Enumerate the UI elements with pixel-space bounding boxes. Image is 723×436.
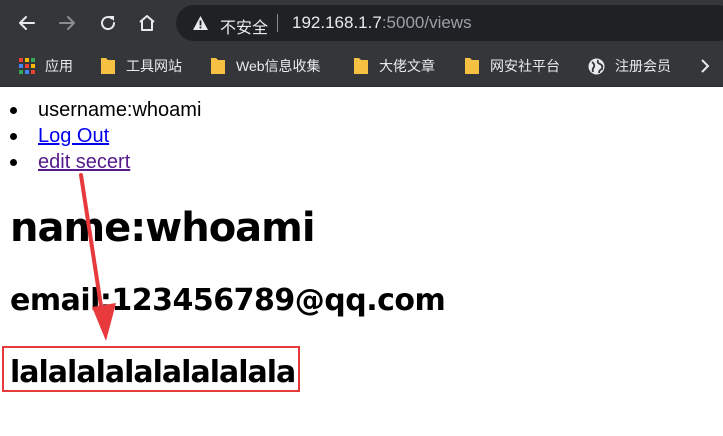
bookmark-folder-articles[interactable]: 大佬文章 — [353, 46, 435, 86]
warning-triangle-icon — [193, 16, 208, 30]
folder-icon — [465, 58, 479, 74]
bookmark-label: 大佬文章 — [379, 58, 435, 74]
globe-icon — [588, 58, 605, 74]
bookmark-label: 工具网站 — [126, 58, 182, 74]
bookmark-folder-tools[interactable]: 工具网站 — [100, 46, 182, 86]
home-button[interactable] — [133, 9, 161, 37]
annotation-arrow — [79, 173, 116, 341]
bookmark-folder-platform[interactable]: 网安社平台 — [464, 46, 560, 86]
bookmarks-overflow-button[interactable] — [698, 46, 712, 86]
arrow-left-icon — [19, 16, 35, 30]
folder-icon — [211, 58, 225, 74]
back-button[interactable] — [13, 9, 41, 37]
folder-icon — [101, 58, 115, 74]
bookmark-label: 应用 — [45, 58, 73, 74]
browser-toolbar: 不安全 192.168.1.7:5000/views — [0, 0, 723, 46]
security-status-label[interactable]: 不安全 — [220, 14, 268, 38]
url-host: 192.168.1.7 — [292, 13, 382, 32]
bookmark-folder-web-info[interactable]: Web信息收集 — [210, 46, 321, 86]
url-path: :5000/views — [381, 13, 472, 32]
reload-icon — [101, 16, 116, 31]
bookmark-register[interactable]: 注册会员 — [588, 46, 671, 86]
address-divider — [277, 14, 278, 32]
address-bar[interactable]: 不安全 192.168.1.7:5000/views — [176, 5, 723, 41]
reload-button[interactable] — [94, 9, 122, 37]
chevron-right-icon — [701, 59, 710, 73]
apps-grid-icon — [19, 58, 35, 74]
bookmarks-bar: 应用 工具网站 Web信息收集 大佬文章 网安社平台 注册会员 — [0, 46, 723, 87]
forward-button[interactable] — [53, 9, 81, 37]
page-content: username:whoami Log Out edit secert name… — [0, 87, 723, 436]
url-text[interactable]: 192.168.1.7:5000/views — [292, 13, 472, 33]
home-icon — [139, 15, 155, 31]
folder-icon — [354, 58, 368, 74]
bookmark-label: 注册会员 — [615, 58, 671, 74]
bookmark-label: Web信息收集 — [236, 58, 321, 74]
arrow-right-icon — [59, 16, 75, 30]
bookmark-apps[interactable]: 应用 — [19, 46, 73, 86]
bookmark-label: 网安社平台 — [490, 58, 560, 74]
